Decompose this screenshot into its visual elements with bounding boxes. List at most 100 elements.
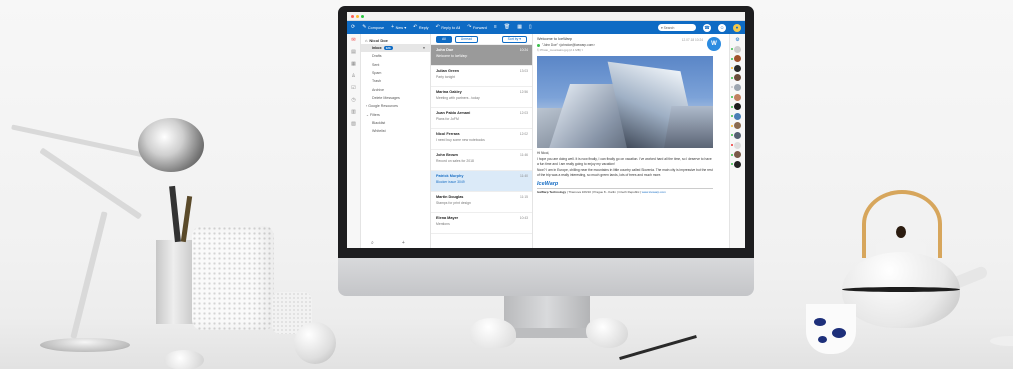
refresh-icon[interactable]: ⟳ xyxy=(351,25,355,30)
settings-icon[interactable]: ⚙ xyxy=(735,37,739,43)
folder-sent[interactable]: Sent xyxy=(361,61,430,69)
monitor-stand xyxy=(504,296,590,330)
crumpled-paper xyxy=(586,318,628,348)
message-row[interactable]: Elena Mayer Mentions 10:43 xyxy=(431,213,532,234)
contact-avatar[interactable] xyxy=(731,151,741,159)
contact-avatar[interactable] xyxy=(731,160,741,168)
message-list: All Unread Sort by ▾ John Doe Welcome to … xyxy=(431,34,533,248)
folder-whitelist[interactable]: Whitelist xyxy=(361,127,430,135)
message-subject: Plans for JoFM xyxy=(436,116,459,121)
more-icon[interactable]: ≡ xyxy=(494,25,497,30)
sender-address[interactable]: "John Doe" <johndoe@icewarp.com> xyxy=(542,43,595,47)
plus-icon: + xyxy=(391,24,395,30)
sender-line: "John Doe" <johndoe@icewarp.com> xyxy=(537,43,725,47)
folder-spam[interactable]: Spam xyxy=(361,69,430,77)
reply-button[interactable]: ↶ Reply xyxy=(413,25,428,30)
reply-all-button[interactable]: ↶ Reply to All xyxy=(436,25,461,30)
message-sender: Nicol Ferrara xyxy=(436,132,460,136)
folder-inbox[interactable]: Inbox 123 ≡ xyxy=(361,44,430,53)
bird-figurine xyxy=(470,318,516,348)
contact-avatar[interactable] xyxy=(731,83,741,91)
person-icon[interactable]: ♙ xyxy=(351,73,355,79)
window-titlebar xyxy=(347,12,745,21)
tasks-icon[interactable]: ☑ xyxy=(351,85,355,91)
lamp-shade xyxy=(138,118,204,172)
message-row[interactable]: Nicol Ferrara I need buy some new noteboo… xyxy=(431,129,532,150)
body-paragraph: Now? I am in Europe, chilling near the m… xyxy=(537,168,713,177)
user-avatar[interactable]: ● xyxy=(733,23,741,32)
calendar-icon[interactable]: ▦ xyxy=(517,25,522,30)
contacts-icon[interactable]: ▤ xyxy=(351,49,356,55)
close-window-button[interactable] xyxy=(351,14,354,18)
message-date: 12.07.18 10:24 xyxy=(681,38,703,42)
chat-icon[interactable]: ☺ xyxy=(718,23,726,32)
message-row[interactable]: John Brown Record on sales for 2018 11:46 xyxy=(431,150,532,171)
contact-avatar[interactable] xyxy=(731,74,741,82)
clock-icon[interactable]: ◷ xyxy=(351,97,355,103)
contact-avatar[interactable] xyxy=(731,112,741,120)
maximize-window-button[interactable] xyxy=(361,14,364,18)
filter-unread-button[interactable]: Unread xyxy=(454,35,478,43)
folder-archive[interactable]: Archive xyxy=(361,85,430,93)
signature-logo: IceWarp xyxy=(537,181,559,188)
message-subject: I need buy some new notebooks xyxy=(436,137,485,142)
dotted-vase xyxy=(192,226,274,330)
message-time: 10:43 xyxy=(519,216,528,220)
folder-delete-messages[interactable]: Delete Messages xyxy=(361,94,430,102)
search-input[interactable]: ▾ Search xyxy=(658,24,696,31)
files-icon[interactable]: ▧ xyxy=(351,121,356,127)
building-facade xyxy=(662,106,713,148)
panda-figurine xyxy=(164,350,204,369)
message-time: 10:24 xyxy=(519,48,528,52)
message-row[interactable]: Julian Green Party tonight 13:03 xyxy=(431,66,532,87)
mail-icon[interactable]: ✉ xyxy=(351,37,355,43)
folder-google-resources[interactable]: › Google Resources xyxy=(361,102,430,110)
contact-avatar[interactable] xyxy=(731,122,741,130)
message-row[interactable]: Marina Oakley Meeting with partners - tod… xyxy=(431,87,532,108)
reading-pane: Welcome to IceWarp 12.07.18 10:24 W "Joh… xyxy=(533,34,729,248)
signature-link[interactable]: www.icewarp.com xyxy=(642,190,666,194)
folder-pane-footer: ⌕ + xyxy=(361,240,405,246)
message-row[interactable]: Martin Douglas Stamps for print design 11:… xyxy=(431,192,532,213)
add-folder-icon[interactable]: + xyxy=(402,240,405,246)
trash-icon[interactable]: 🗑 xyxy=(504,25,510,30)
greeting: Hi Nicol, xyxy=(537,151,550,155)
new-button[interactable]: + New ▾ xyxy=(391,24,406,31)
search-icon[interactable]: ⌕ xyxy=(371,240,374,246)
contact-avatar[interactable] xyxy=(731,45,741,53)
contact-avatar[interactable] xyxy=(731,131,741,139)
contact-avatar[interactable] xyxy=(731,141,741,149)
list-filters: All Unread Sort by ▾ xyxy=(431,34,532,45)
message-time: 12:56 xyxy=(519,90,528,94)
filter-all-button[interactable]: All xyxy=(436,35,452,43)
message-row[interactable]: John Doe Welcome to IceWarp 10:24 xyxy=(431,45,532,66)
message-row[interactable]: Patrick Murphy Blocker issue 3049 11:40 xyxy=(431,171,532,192)
reply-icon: ↶ xyxy=(413,24,418,30)
minimize-window-button[interactable] xyxy=(356,14,359,18)
folder-filters[interactable]: ⌄ Filters xyxy=(361,110,430,118)
forward-button[interactable]: ↷ Forward xyxy=(467,25,487,30)
folder-blacklist[interactable]: Blacklist xyxy=(361,119,430,127)
message-subject: Meeting with partners - today xyxy=(436,95,480,100)
compose-button[interactable]: ✎ Compose xyxy=(362,25,384,30)
attachment-link[interactable]: ⎘ Photo_mountains.jpg (2.1 MB) ▾ xyxy=(537,48,725,52)
contact-avatar[interactable] xyxy=(731,64,741,72)
contact-avatar[interactable] xyxy=(731,93,741,101)
account-header[interactable]: ⌂ Nicol Doe xyxy=(361,36,430,44)
folder-drafts[interactable]: Drafts xyxy=(361,52,430,60)
phone-icon[interactable]: ☎ xyxy=(703,23,711,32)
message-sender: Elena Mayer xyxy=(436,216,459,220)
sort-dropdown[interactable]: Sort by ▾ xyxy=(501,35,527,43)
calendar-icon[interactable]: ▦ xyxy=(351,61,356,67)
contact-avatar[interactable] xyxy=(731,103,741,111)
menu-icon[interactable]: ≡ xyxy=(423,46,425,50)
contact-avatar[interactable] xyxy=(731,55,741,63)
pencil xyxy=(180,195,193,243)
layout-icon[interactable]: ▯ xyxy=(529,25,532,30)
white-ball xyxy=(294,322,336,364)
notes-icon[interactable]: ▥ xyxy=(351,109,356,115)
folder-trash[interactable]: Trash xyxy=(361,77,430,85)
message-body: Hi Nicol, I hope you are doing well. It … xyxy=(537,151,713,177)
message-row[interactable]: Juan Pablo Armani Plans for JoFM 12:03 xyxy=(431,108,532,129)
pencil xyxy=(169,185,181,243)
